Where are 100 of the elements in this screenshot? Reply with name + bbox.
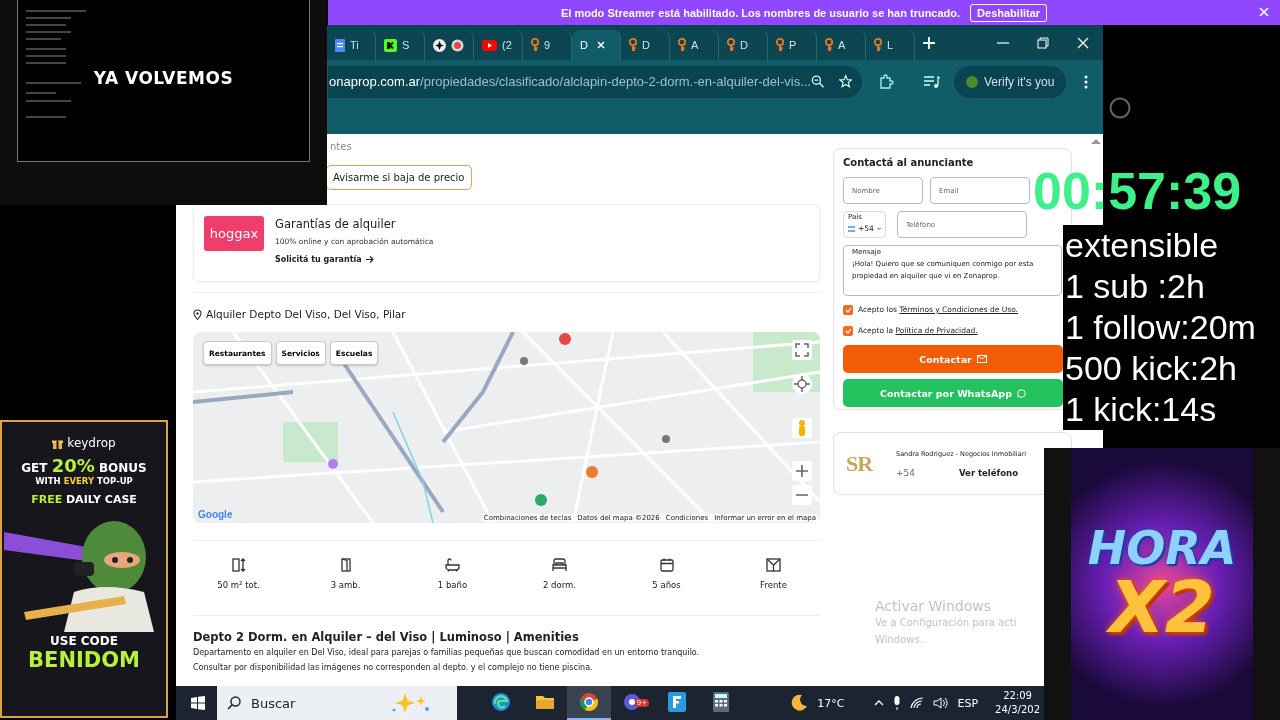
temperature-text: 17°C xyxy=(817,696,845,710)
address-bar[interactable]: onaprop.com.ar/propiedades/clasificado/alclapin-depto-2-dorm.-en-alquiler-del-vis... xyxy=(328,65,862,98)
banner-message: El modo Streamer está habilitado. Los nombres de usuario se han truncado. xyxy=(560,6,961,19)
browser-icon[interactable] xyxy=(491,692,511,712)
ring-icon xyxy=(1109,97,1131,119)
microphone-icon[interactable] xyxy=(892,696,901,710)
activation-text: Ve a Configuración para acti xyxy=(875,616,1017,630)
search-field[interactable]: Buscar xyxy=(249,694,383,712)
chevron-up-icon[interactable] xyxy=(873,700,884,706)
app-tile-icon[interactable] xyxy=(668,692,686,712)
clock[interactable]: 22:09 24/3/202 xyxy=(995,689,1040,717)
zoom-in-icon[interactable] xyxy=(792,461,812,481)
description-text: Departamento en alquiler en Del Viso, ideal para parejas o familias pequeñas que buscan comodidad en un entorno tranquilo. xyxy=(193,647,701,659)
guarantee-title: Garantías de alquiler xyxy=(275,217,397,231)
flag-icon xyxy=(848,225,855,232)
calendar-icon xyxy=(659,558,674,572)
area-icon xyxy=(231,558,246,572)
calculator-icon[interactable] xyxy=(713,692,729,712)
promo-text: WITH EVERY TOP-UP xyxy=(34,476,134,486)
app-logo-icon xyxy=(384,38,397,52)
key-icon xyxy=(874,38,882,52)
feature-label: 1 baño xyxy=(437,580,468,590)
scroll-up-icon[interactable] xyxy=(1090,138,1102,144)
feature-label: 3 amb. xyxy=(330,580,361,590)
extensions-icon[interactable] xyxy=(878,73,894,90)
description-text: Consultar por disponibilidad las imágenes no corresponden al depto. y el complejo no tiene piscina. xyxy=(193,662,594,674)
listing-title: Depto 2 Dorm. en Alquiler – del Viso | Luminoso | Amenities xyxy=(193,629,580,645)
map-marker[interactable] xyxy=(662,435,670,443)
advertiser-logo: SR xyxy=(846,450,874,477)
zoom-out-icon[interactable] xyxy=(792,485,812,505)
speaker-icon[interactable] xyxy=(932,697,949,709)
map-marker[interactable] xyxy=(328,459,338,469)
sparkle-icon xyxy=(391,692,431,714)
key-icon xyxy=(727,38,735,52)
checkbox[interactable] xyxy=(843,325,853,336)
price-alert-button[interactable]: Avisarme si baja de precio xyxy=(326,165,472,190)
key-icon xyxy=(531,38,539,52)
close-icon[interactable] xyxy=(1259,7,1269,17)
zoom-icon[interactable] xyxy=(811,74,825,89)
media-control-icon[interactable] xyxy=(924,74,940,89)
menu-icon[interactable] xyxy=(1084,74,1089,89)
bathtub-icon xyxy=(445,558,460,572)
promo-text: GET 20% BONUS xyxy=(20,458,148,476)
new-tab-icon[interactable] xyxy=(923,36,935,49)
play-icon xyxy=(482,39,497,51)
activation-text: Windows. xyxy=(875,633,924,647)
door-icon xyxy=(340,558,351,572)
avatar-icon xyxy=(966,75,978,88)
search-icon xyxy=(227,696,241,710)
browser-tab[interactable]: D xyxy=(572,30,621,60)
key-icon xyxy=(678,38,686,52)
star-badge-icon xyxy=(433,38,446,52)
break-title: YA VOLVEMOS xyxy=(92,68,235,88)
promo-code-label: USE CODE xyxy=(49,634,119,648)
map-marker[interactable] xyxy=(535,494,547,506)
key-icon xyxy=(776,38,784,52)
disable-button[interactable]: Deshabilitar xyxy=(970,3,1048,22)
mail-icon xyxy=(976,355,987,363)
map-marker[interactable] xyxy=(559,333,571,345)
brand-logo: hoggax xyxy=(204,216,264,251)
key-icon xyxy=(629,38,637,52)
close-icon[interactable] xyxy=(596,41,605,49)
arrow-right-icon xyxy=(365,256,374,263)
whatsapp-icon xyxy=(1016,388,1026,398)
promo-title: HORA xyxy=(1087,525,1237,571)
window-frame-icon xyxy=(766,558,781,572)
language-indicator[interactable]: ESP xyxy=(957,696,979,710)
location-text: Alquiler Depto Del Viso, Del Viso, Pilar xyxy=(206,308,406,320)
promo-code: BENIDOM xyxy=(27,648,141,672)
chevron-down-icon xyxy=(876,226,881,231)
document-icon xyxy=(335,38,345,52)
record-icon xyxy=(451,38,464,52)
feature-label: 5 años xyxy=(652,580,681,590)
wifi-icon[interactable] xyxy=(909,697,924,709)
bed-icon xyxy=(552,558,567,572)
search-bar[interactable]: Buscar xyxy=(217,686,457,720)
breadcrumb-link[interactable]: ntes xyxy=(330,138,820,156)
advertiser-phone: +54 xyxy=(896,467,915,478)
location-pin-icon xyxy=(193,308,202,320)
map-marker[interactable] xyxy=(586,466,598,478)
feature-label: 50 m² tot. xyxy=(217,580,260,590)
feature-label: 2 dorm. xyxy=(542,580,576,590)
profile-button[interactable]: Verify it's you xyxy=(954,65,1067,98)
activation-title: Activar Windows xyxy=(875,598,992,614)
close-icon[interactable] xyxy=(1077,36,1089,49)
browser-icon[interactable] xyxy=(579,692,599,712)
checkbox[interactable] xyxy=(843,304,853,315)
folder-icon[interactable] xyxy=(535,693,555,711)
map-marker[interactable] xyxy=(520,357,528,365)
start-icon[interactable] xyxy=(191,696,205,710)
brand-name: keydrop xyxy=(67,436,116,450)
fullscreen-icon[interactable] xyxy=(792,340,812,360)
guarantee-link[interactable]: Solicitá tu garantía xyxy=(275,255,434,264)
show-phone-link[interactable]: Ver teléfono xyxy=(959,467,1018,478)
bookmark-star-icon[interactable] xyxy=(838,74,852,89)
restore-icon[interactable] xyxy=(1037,36,1049,49)
moon-icon xyxy=(790,694,809,712)
map-provider-logo: Google xyxy=(198,509,233,520)
promo-text: FREE DAILY CASE xyxy=(30,492,138,508)
feature-label: Frente xyxy=(760,580,787,590)
